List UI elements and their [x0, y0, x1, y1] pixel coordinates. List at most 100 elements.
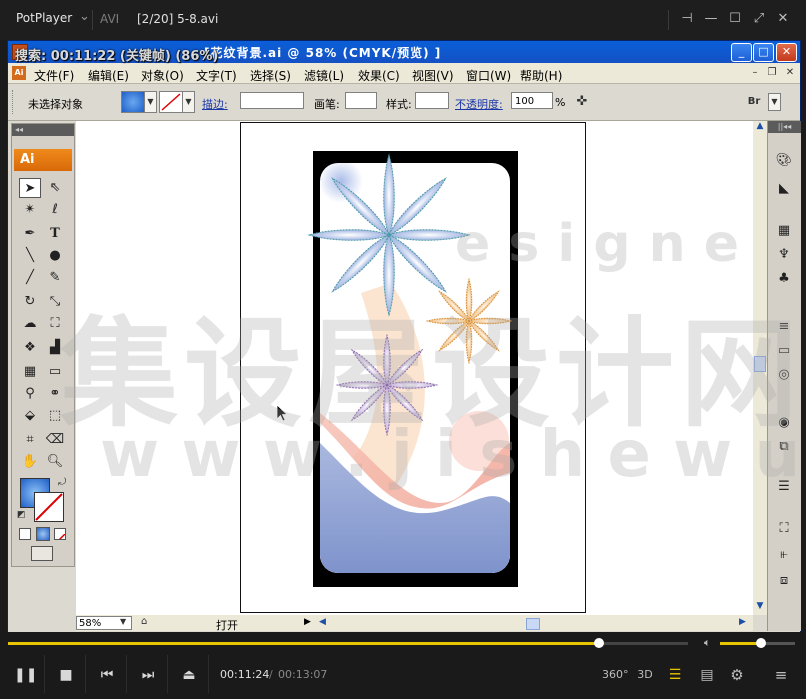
pause-icon[interactable]: ❚❚: [14, 664, 37, 686]
scroll-down-icon[interactable]: ▼: [754, 601, 766, 613]
status-arrow-icon[interactable]: ▶: [304, 617, 311, 627]
selection-tool-icon[interactable]: ➤: [19, 178, 41, 198]
next-icon[interactable]: ⏭︎: [137, 664, 159, 686]
gradient-panel-icon[interactable]: ▭: [774, 341, 794, 361]
vertical-scrollbar[interactable]: ▲ ▼: [753, 121, 767, 615]
align-panel-icon[interactable]: ⫦: [774, 545, 794, 565]
menu-help[interactable]: 帮助(H): [520, 67, 562, 84]
color-panel-icon[interactable]: 🎨︎: [774, 151, 794, 171]
zoom-chevron-icon[interactable]: ▼: [120, 617, 126, 626]
swatches-panel-icon[interactable]: ▦: [774, 221, 794, 241]
hscroll-thumb[interactable]: [526, 618, 540, 630]
isolate-icon[interactable]: ✜: [573, 93, 591, 111]
menu-filter[interactable]: 滤镜(L): [304, 67, 344, 84]
stroke-panel-icon[interactable]: ≡: [774, 317, 794, 337]
minimize-icon[interactable]: —: [700, 9, 722, 29]
maximize-button[interactable]: □: [753, 43, 774, 62]
line-tool-icon[interactable]: ╲: [19, 246, 41, 266]
menu-object[interactable]: 对象(O): [141, 67, 184, 84]
menu-view[interactable]: 视图(V): [412, 67, 454, 84]
blend-tool-icon[interactable]: ⚭: [44, 384, 66, 404]
ai-doc-icon[interactable]: Ai: [12, 66, 26, 80]
menu-window[interactable]: 窗口(W): [466, 67, 511, 84]
home-icon[interactable]: ⌂: [141, 616, 147, 627]
layers-panel-icon[interactable]: ☰: [774, 477, 794, 497]
opacity-label[interactable]: 不透明度:: [455, 96, 503, 112]
3d-button[interactable]: 3D: [634, 664, 656, 686]
previous-icon[interactable]: ⏮︎: [96, 664, 118, 686]
fullscreen-icon[interactable]: ⤢: [748, 9, 770, 29]
gradient-tool-icon[interactable]: ▭: [44, 362, 66, 382]
warp-tool-icon[interactable]: ☁: [19, 314, 41, 334]
crop-area-tool-icon[interactable]: ⌗: [19, 430, 41, 450]
dock-grip-icon[interactable]: ||◂◂: [768, 121, 801, 133]
pin-icon[interactable]: ⊣: [676, 9, 698, 29]
menu-file[interactable]: 文件(F): [34, 67, 74, 84]
playlist-search-icon[interactable]: ☰: [664, 664, 686, 686]
360-button[interactable]: 360°: [602, 664, 629, 686]
transform-panel-icon[interactable]: ⛶: [774, 519, 794, 539]
scroll-thumb[interactable]: [754, 356, 766, 372]
stroke-color-box[interactable]: [34, 492, 64, 522]
hand-tool-icon[interactable]: ✋: [19, 452, 41, 472]
maximize-icon[interactable]: ☐: [724, 9, 746, 29]
ellipse-tool-icon[interactable]: ●: [44, 246, 66, 266]
eraser-tool-icon[interactable]: ⌫: [44, 430, 66, 450]
fill-dropdown-chevron-icon[interactable]: ▼: [144, 91, 157, 113]
minimize-button[interactable]: _: [731, 43, 752, 62]
scroll-left-icon[interactable]: ◀: [319, 617, 326, 627]
artboard[interactable]: [240, 122, 586, 613]
brush-dropdown[interactable]: [345, 92, 377, 109]
color-guide-icon[interactable]: ◣: [774, 179, 794, 199]
menu-select[interactable]: 选择(S): [250, 67, 291, 84]
screen-mode-icon[interactable]: [31, 546, 53, 561]
stroke-dropdown-chevron-icon[interactable]: ▼: [182, 91, 195, 113]
pen-tool-icon[interactable]: ✒: [19, 224, 41, 244]
settings-gear-icon[interactable]: ⚙: [726, 664, 748, 686]
stroke-swatch[interactable]: [159, 91, 183, 113]
transparency-panel-icon[interactable]: ◎: [774, 365, 794, 385]
brushes-panel-icon[interactable]: ♆: [774, 245, 794, 265]
menu-icon[interactable]: ≡: [770, 664, 792, 686]
mesh-tool-icon[interactable]: ▦: [19, 362, 41, 382]
panel-menu-chevron-icon[interactable]: ▼: [768, 93, 781, 111]
stroke-weight-field[interactable]: [240, 92, 304, 109]
rotate-tool-icon[interactable]: ↻: [19, 292, 41, 312]
collapse-icon[interactable]: ◂◂: [12, 124, 74, 136]
chapter-icon[interactable]: ▤: [696, 664, 718, 686]
lasso-tool-icon[interactable]: ℓ: [44, 200, 66, 220]
close-icon[interactable]: ✕: [772, 9, 794, 29]
zoom-tool-icon[interactable]: 🔍︎: [44, 452, 66, 472]
scroll-up-icon[interactable]: ▲: [754, 121, 766, 133]
graph-tool-icon[interactable]: ▟: [44, 338, 66, 358]
paintbrush-tool-icon[interactable]: ╱: [19, 268, 41, 288]
volume-icon[interactable]: 🔈︎: [704, 636, 711, 650]
appearance-panel-icon[interactable]: ◉: [774, 413, 794, 433]
swap-colors-icon[interactable]: ⤾: [58, 477, 66, 488]
style-dropdown[interactable]: [415, 92, 449, 109]
seek-handle[interactable]: [593, 638, 604, 648]
app-name[interactable]: PotPlayer: [16, 11, 72, 25]
free-transform-tool-icon[interactable]: ⛶: [44, 314, 66, 334]
magic-wand-tool-icon[interactable]: ✴: [19, 200, 41, 220]
grip-icon[interactable]: [12, 90, 17, 114]
doc-close-icon[interactable]: ✕: [783, 67, 797, 79]
menu-type[interactable]: 文字(T): [196, 67, 237, 84]
type-tool-icon[interactable]: T: [44, 224, 66, 244]
symbols-panel-icon[interactable]: ♣: [774, 269, 794, 289]
none-mode-icon[interactable]: [54, 528, 66, 540]
symbol-sprayer-tool-icon[interactable]: ❖: [19, 338, 41, 358]
opacity-field[interactable]: 100: [511, 92, 553, 109]
live-paint-selection-tool-icon[interactable]: ⬚: [44, 406, 66, 426]
eyedropper-tool-icon[interactable]: ⚲: [19, 384, 41, 404]
gradient-mode-icon[interactable]: [36, 527, 50, 541]
doc-restore-icon[interactable]: ❐: [765, 67, 779, 79]
menu-effect[interactable]: 效果(C): [358, 67, 400, 84]
eject-icon[interactable]: ⏏︎: [178, 664, 200, 686]
chevron-down-icon[interactable]: ⌄: [79, 9, 90, 24]
stroke-label[interactable]: 描边:: [202, 96, 228, 112]
document-canvas[interactable]: [76, 121, 753, 615]
live-paint-tool-icon[interactable]: ⬙: [19, 406, 41, 426]
pathfinder-panel-icon[interactable]: ⧈: [774, 571, 794, 591]
default-colors-icon[interactable]: ◩: [17, 510, 26, 520]
